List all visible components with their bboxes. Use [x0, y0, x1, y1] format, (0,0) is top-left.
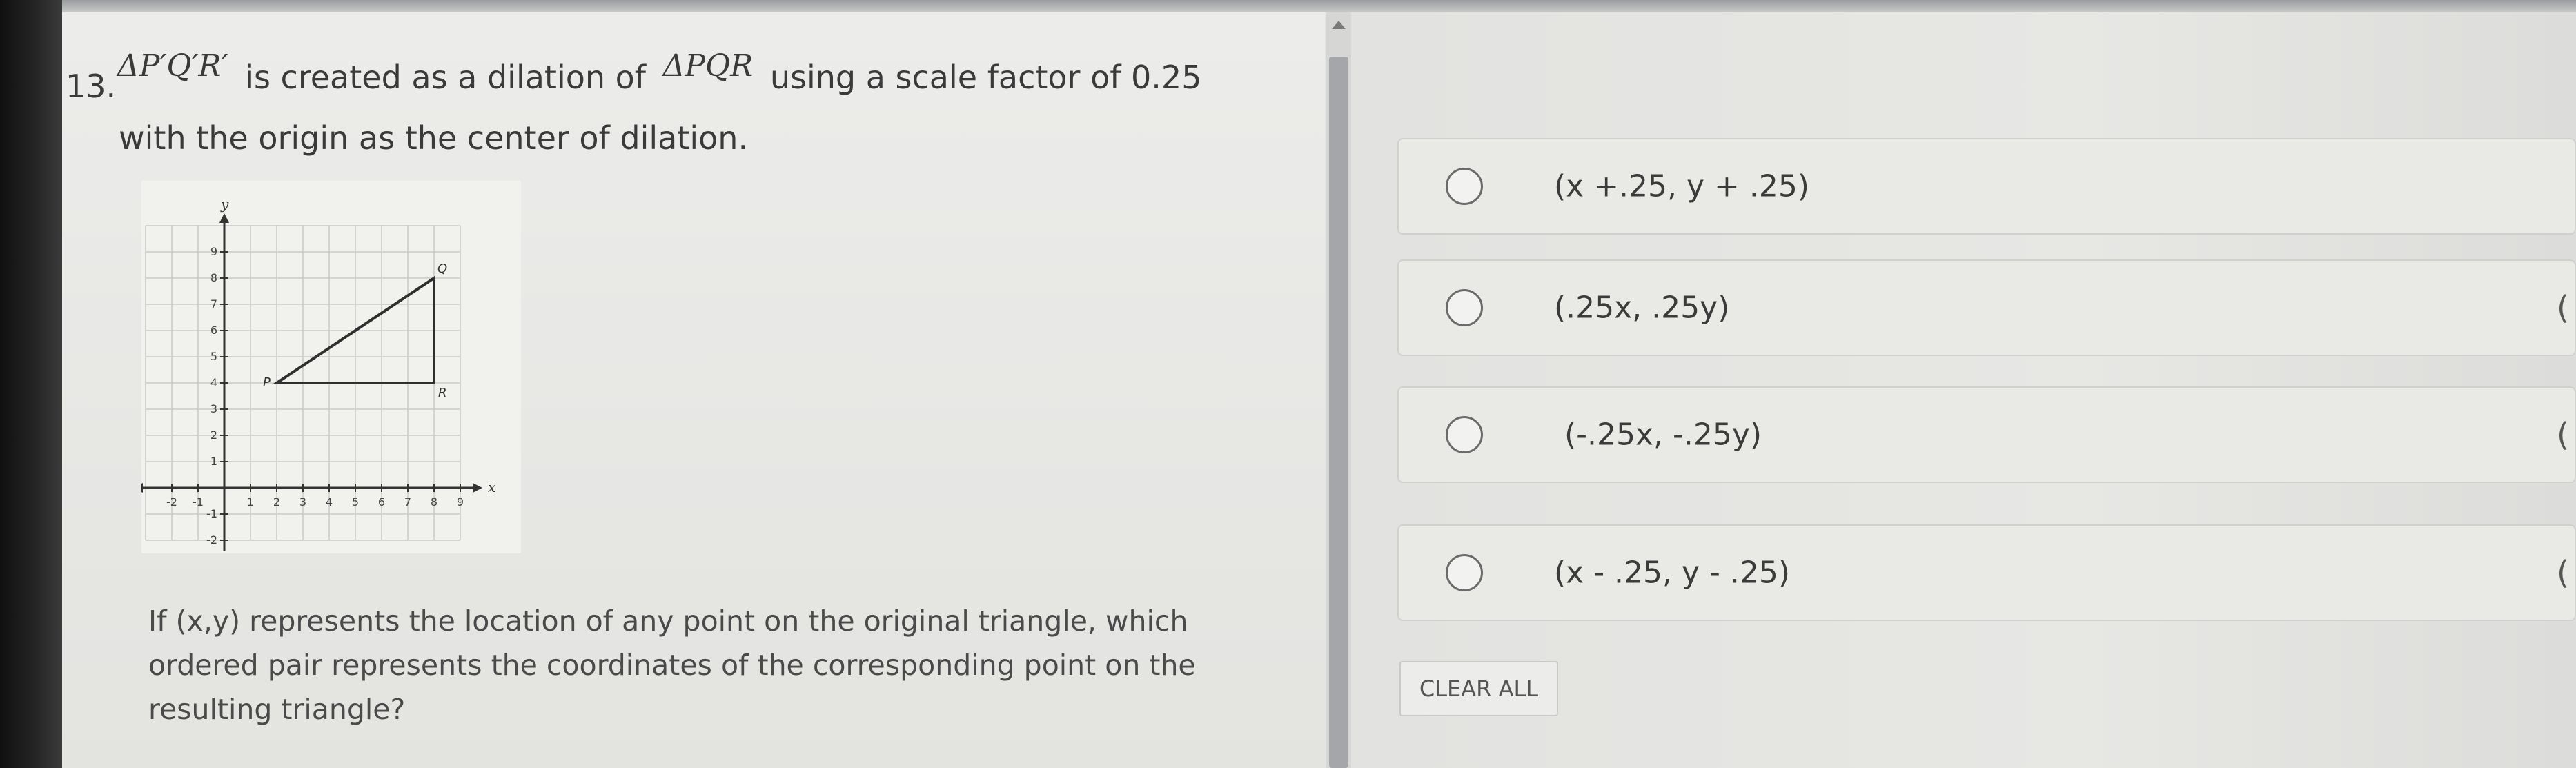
x-tick-label: -2: [166, 495, 177, 509]
stem-text-scale: using a scale factor of 0.25: [769, 59, 1202, 96]
y-tick-label: -1: [206, 507, 217, 520]
radio-button-c[interactable]: [1446, 416, 1483, 453]
answer-choice-d[interactable]: (x - .25, y - .25) (: [1397, 524, 2576, 621]
y-tick-label: 6: [210, 324, 217, 337]
stem-text-created: is created as a dilation of: [245, 59, 647, 96]
x-tick-label: 4: [326, 495, 333, 509]
y-tick-label: -2: [206, 533, 217, 547]
x-tick-label: -1: [193, 495, 204, 509]
radio-button-d[interactable]: [1446, 554, 1483, 591]
choice-c-label: (-.25x, -.25y): [1564, 417, 1762, 453]
x-axis-arrow-icon: [141, 483, 143, 493]
y-tick-label: 2: [210, 429, 217, 442]
x-tick-label: 3: [299, 495, 306, 509]
y-axis-label: y: [220, 196, 229, 213]
answer-choice-b[interactable]: (.25x, .25y) (: [1397, 259, 2576, 356]
y-tick-label: 8: [210, 271, 217, 284]
y-tick-label: 9: [210, 245, 217, 258]
x-tick-label: 6: [378, 495, 385, 509]
radio-button-a[interactable]: [1446, 168, 1483, 205]
y-tick-label: 3: [210, 402, 217, 415]
cut-off-edge-icon: (: [2557, 416, 2569, 453]
choice-d-label: (x - .25, y - .25): [1554, 555, 1791, 591]
point-label-q: Q: [437, 262, 447, 276]
x-tick-label: 1: [247, 495, 254, 509]
answer-choice-a[interactable]: (x +.25, y + .25): [1397, 138, 2576, 235]
clear-all-button[interactable]: CLEAR ALL: [1399, 661, 1558, 716]
x-axis-arrow-icon: [473, 483, 482, 493]
x-tick-label: 9: [457, 495, 464, 509]
original-triangle: ΔPQR: [662, 48, 754, 83]
x-tick-label: 5: [352, 495, 359, 509]
cut-off-edge-icon: (: [2557, 554, 2569, 591]
top-strip: [0, 0, 2576, 12]
question-stem-line2: with the origin as the center of dilatio…: [119, 119, 749, 157]
graph-svg: x y -2 -1 1 2 3 4 5 6 7 8 9 -2 -1 1 2 3 4 5 6 7 8 9 P Q R: [141, 196, 495, 551]
question-number: 13.: [66, 68, 117, 105]
y-tick-label: 4: [210, 376, 217, 389]
y-tick-label: 7: [210, 297, 217, 311]
x-tick-label: 8: [431, 495, 437, 509]
left-bezel: [0, 0, 62, 768]
choice-a-label: (x +.25, y + .25): [1554, 168, 1810, 204]
y-axis-arrow-icon: [219, 213, 229, 223]
point-label-r: R: [438, 386, 447, 400]
cut-off-edge-icon: (: [2557, 289, 2569, 326]
question-stem-line1: ΔP′Q′R′ is created as a dilation of ΔPQR…: [117, 48, 1208, 96]
choice-b-label: (.25x, .25y): [1554, 290, 1730, 326]
x-axis-label: x: [488, 479, 495, 495]
y-tick-label: 5: [210, 350, 217, 363]
x-tick-label: 7: [404, 495, 411, 509]
image-triangle: ΔP′Q′R′: [117, 48, 228, 83]
answer-choice-c[interactable]: (-.25x, -.25y) (: [1397, 386, 2576, 483]
y-tick-label: 1: [210, 455, 217, 468]
scroll-up-arrow-icon[interactable]: [1332, 21, 1346, 29]
question-followup: If (x,y) represents the location of any …: [148, 604, 1196, 726]
x-tick-label: 2: [273, 495, 280, 509]
scroll-thumb[interactable]: [1329, 57, 1348, 768]
coordinate-graph: x y -2 -1 1 2 3 4 5 6 7 8 9 -2 -1 1 2 3 4 5 6 7 8 9 P Q R: [141, 181, 521, 553]
scrollbar[interactable]: [1326, 12, 1351, 768]
radio-button-b[interactable]: [1446, 289, 1483, 326]
point-label-p: P: [263, 375, 271, 390]
